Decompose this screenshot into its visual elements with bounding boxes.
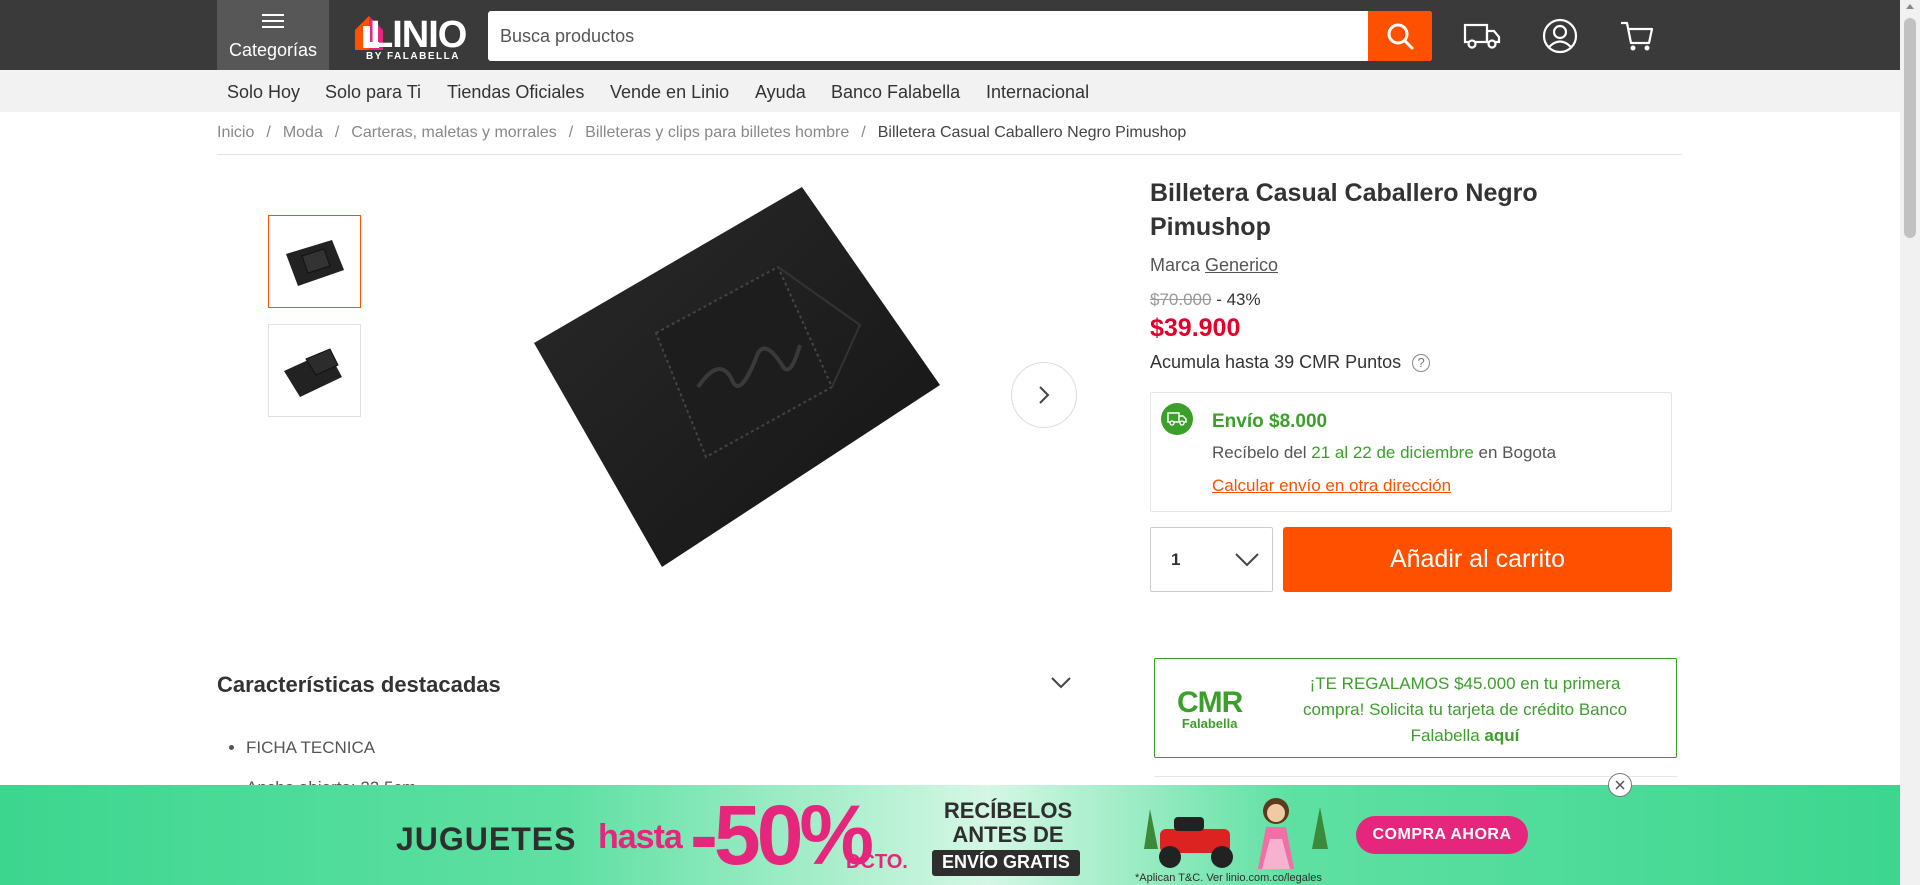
discount-badge: - 43% [1216,290,1261,309]
scrollbar-thumb[interactable] [1904,18,1916,238]
cmr-logo-big: CMR [1177,686,1243,719]
chevron-down-icon [1235,553,1259,567]
nav-item-solo-para-ti[interactable]: Solo para Ti [325,82,421,103]
next-image-button[interactable] [1011,362,1077,428]
search-input[interactable] [488,11,1368,61]
cmr-promo-text: ¡TE REGALAMOS $45.000 en tu primera comp… [1285,671,1645,749]
banner-dcto: DCTO. [846,851,908,873]
wallet-image [534,187,940,567]
logo-byline: BY FALABELLA [366,51,460,62]
cmr-promo-message: ¡TE REGALAMOS $45.000 en tu primera comp… [1302,674,1628,745]
delivery-dates: 21 al 22 de diciembre [1311,443,1474,462]
breadcrumb-item[interactable]: Inicio [217,124,254,141]
categories-button[interactable]: Categorías [217,0,329,70]
banner-hasta: hasta [598,818,683,856]
breadcrumb-separator: / [334,124,340,141]
banner-envio: ENVÍO [942,852,999,872]
product-title: Billetera Casual Caballero Negro Pimusho… [1150,179,1538,241]
delivery-prefix: Recíbelo del [1212,443,1307,462]
categories-label: Categorías [228,40,318,60]
linio-logo[interactable]: LINIO BY FALABELLA [352,10,470,62]
wallet-thumbnail-image [283,347,342,397]
scroll-up-arrow-icon[interactable] [1906,4,1914,9]
divider [217,154,1682,155]
search-icon [1387,23,1414,50]
nav-item-solo-hoy[interactable]: Solo Hoy [227,82,300,103]
page-scrollbar[interactable] [1900,0,1920,885]
search-button[interactable] [1368,11,1432,61]
close-banner-button[interactable] [1608,773,1632,797]
product-brand: Marca Generico [1150,255,1278,276]
nav-item-banco-falabella[interactable]: Banco Falabella [831,82,960,103]
nav-item-tiendas-oficiales[interactable]: Tiendas Oficiales [447,82,584,103]
chevron-right-icon [1039,386,1050,404]
breadcrumb-separator: / [266,124,271,141]
toys-illustration [1144,798,1328,869]
breadcrumb-separator: / [861,124,866,141]
close-icon [1615,780,1625,790]
features-heading[interactable]: Características destacadas [217,672,501,698]
delivery-location: en Bogota [1478,443,1557,462]
product-thumbnail[interactable] [268,324,361,417]
nav-item-internacional[interactable]: Internacional [986,82,1089,103]
delivery-estimate: Recíbelo del 21 al 22 de diciembre en Bo… [1212,443,1556,463]
cmr-promo-link[interactable]: aquí [1484,726,1519,745]
cmr-promo-box[interactable]: CMR Falabella ¡TE REGALAMOS $45.000 en t… [1154,658,1677,758]
truck-glyph [1167,412,1187,426]
product-thumbnail[interactable] [268,215,361,308]
nav-item-vende-en-linio[interactable]: Vende en Linio [610,82,729,103]
banner-legal: *Aplican T&C. Ver linio.com.co/legales [1135,872,1322,884]
buy-now-button[interactable]: COMPRA AHORA [1356,816,1528,854]
calculate-shipping-link[interactable]: Calcular envío en otra dirección [1212,476,1451,496]
user-icon [1542,18,1578,54]
brand-label: Marca [1150,255,1201,275]
price-original: $70.000 - 43% [1150,290,1261,310]
breadcrumb-item[interactable]: Moda [283,124,323,141]
menu-icon [262,14,284,28]
breadcrumb-item[interactable]: Billeteras y clips para billetes hombre [585,124,849,141]
breadcrumb-separator: / [568,124,574,141]
cmr-logo-small: Falabella [1181,716,1238,731]
nav-bar: Solo Hoy Solo para Ti Tiendas Oficiales … [0,70,1900,112]
delivery-button[interactable] [1462,16,1502,56]
help-icon[interactable]: ? [1412,354,1431,373]
banner-percent: -50% [690,788,874,882]
cart-icon [1621,21,1654,51]
search-bar [488,11,1432,61]
divider [1154,776,1677,777]
delivery-truck-icon [1161,403,1193,435]
product-main-image [520,175,960,595]
shipping-box: Envío $8.000 Recíbelo del 21 al 22 de di… [1150,392,1672,512]
cmr-points-text: Acumula hasta 39 CMR Puntos [1150,352,1402,372]
banner-free-shipping: ENVÍO GRATIS [932,850,1080,876]
banner-gratis: GRATIS [1003,852,1070,872]
shipping-cost: Envío $8.000 [1212,411,1328,432]
breadcrumb-current: Billetera Casual Caballero Negro Pimusho… [877,124,1187,141]
brand-link[interactable]: Generico [1205,255,1278,275]
account-button[interactable] [1540,16,1580,56]
breadcrumb: Inicio / Moda / Carteras, maletas y morrales… [217,124,1186,142]
cmr-falabella-logo: CMR Falabella [1177,686,1243,731]
chevron-down-icon[interactable] [1050,675,1072,691]
price-current: $39.900 [1150,314,1241,342]
truck-icon [1463,23,1501,49]
promo-banner[interactable]: JUGUETES hasta -50% DCTO. RECÍBELOS ANTE… [0,785,1900,885]
cart-button[interactable] [1617,16,1657,56]
breadcrumb-item[interactable]: Carteras, maletas y morrales [351,124,556,141]
quantity-select[interactable]: 1 [1150,527,1273,592]
nav-item-ayuda[interactable]: Ayuda [755,82,806,103]
add-to-cart-button[interactable]: Añadir al carrito [1283,527,1672,592]
banner-category: JUGUETES [396,821,577,857]
quantity-value: 1 [1171,550,1181,569]
wallet-thumbnail-image [285,239,344,286]
top-header: Categorías LINIO BY FALABELLA [0,0,1900,70]
feature-item: FICHA TECNICA [246,728,416,768]
old-price: $70.000 [1150,290,1212,309]
cmr-points: Acumula hasta 39 CMR Puntos ? [1150,352,1431,373]
